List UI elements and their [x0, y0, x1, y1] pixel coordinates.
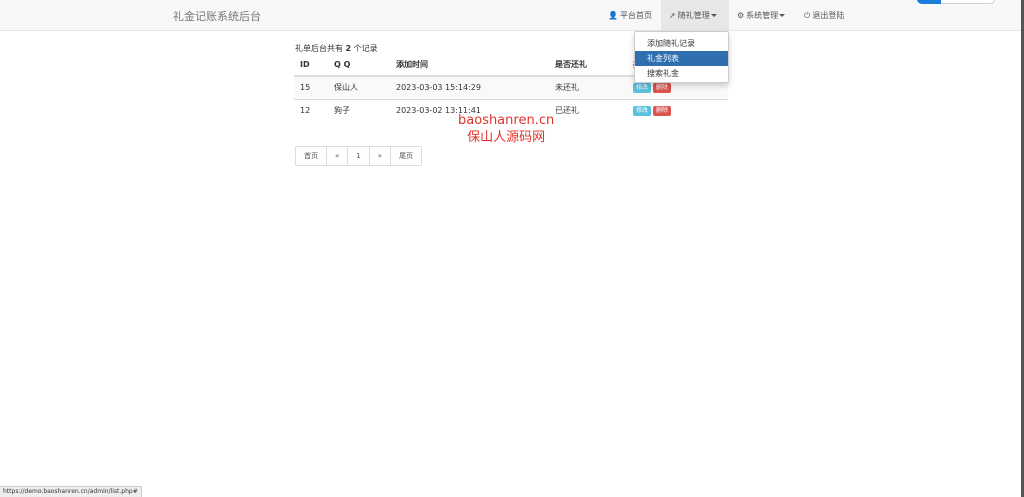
gear-icon: ⚙: [737, 11, 745, 20]
record-summary: 礼单后台共有 2 个记录: [295, 43, 378, 54]
watermark-site-name: 保山人源码网: [467, 130, 546, 145]
power-icon: ⏻: [804, 11, 811, 20]
page-1-link[interactable]: 1: [348, 147, 370, 165]
delete-button[interactable]: 删除: [653, 83, 672, 94]
header-qq: Q Q: [328, 54, 390, 77]
summary-suffix: 个记录: [353, 44, 378, 53]
header-status: 是否还礼: [549, 54, 627, 77]
last-page-link[interactable]: 尾页: [391, 147, 421, 165]
link-status-bar: https://demo.baoshanren.cn/admin/list.ph…: [0, 486, 142, 497]
chevron-down-icon: [710, 14, 717, 17]
menu-item-gift-list[interactable]: 礼金列表: [635, 51, 728, 66]
cell-status: 未还礼: [549, 75, 627, 99]
overlay-pill-accent: [917, 0, 941, 4]
nav-gift-label: 随礼管理: [677, 11, 710, 20]
header-time: 添加时间: [390, 54, 549, 77]
pushpin-icon: ➚: [669, 11, 676, 20]
gift-management-dropdown: 添加随礼记录 礼金列表 搜索礼金: [634, 31, 729, 83]
cell-id: 12: [294, 98, 328, 122]
cell-status: 已还礼: [549, 98, 627, 122]
nav-logout[interactable]: ⏻ 退出登陆: [797, 0, 857, 31]
delete-button[interactable]: 删除: [653, 106, 672, 117]
top-navbar: 礼金记账系统后台 👤 平台首页 ➚ 随礼管理 ⚙ 系统管理 ⏻ 退出登陆: [0, 0, 1024, 31]
nav-system-label: 系统管理: [746, 11, 779, 20]
pagination: 首页 « 1 » 尾页: [295, 146, 423, 166]
first-page-link[interactable]: 首页: [296, 147, 327, 165]
cell-qq: 保山人: [328, 75, 390, 99]
header-id: ID: [294, 54, 328, 77]
next-page-link[interactable]: »: [370, 147, 392, 165]
cell-qq: 狗子: [328, 98, 390, 122]
user-icon: 👤: [608, 11, 618, 20]
record-count: 2: [345, 44, 352, 53]
chevron-down-icon: [779, 14, 786, 17]
nav-system-management[interactable]: ⚙ 系统管理: [730, 0, 796, 31]
edit-button[interactable]: 修改: [633, 83, 652, 94]
summary-prefix: 礼单后台共有: [295, 44, 343, 53]
cell-actions: 修改 删除: [627, 98, 728, 122]
prev-page-link[interactable]: «: [327, 147, 349, 165]
menu-item-search-gift[interactable]: 搜索礼金: [635, 66, 728, 81]
nav-home[interactable]: 👤 平台首页: [600, 0, 660, 31]
nav-home-label: 平台首页: [619, 11, 652, 20]
edit-button[interactable]: 修改: [633, 106, 652, 117]
nav-logout-label: 退出登陆: [812, 11, 845, 20]
cell-time: 2023-03-03 15:14:29: [390, 75, 549, 99]
watermark-domain: baoshanren.cn: [458, 113, 555, 128]
brand-title[interactable]: 礼金记账系统后台: [173, 8, 261, 24]
menu-item-add-record[interactable]: 添加随礼记录: [635, 36, 728, 51]
nav-gift-management[interactable]: ➚ 随礼管理: [661, 0, 729, 31]
cell-id: 15: [294, 75, 328, 99]
watermark: baoshanren.cn 保山人源码网: [458, 112, 554, 146]
